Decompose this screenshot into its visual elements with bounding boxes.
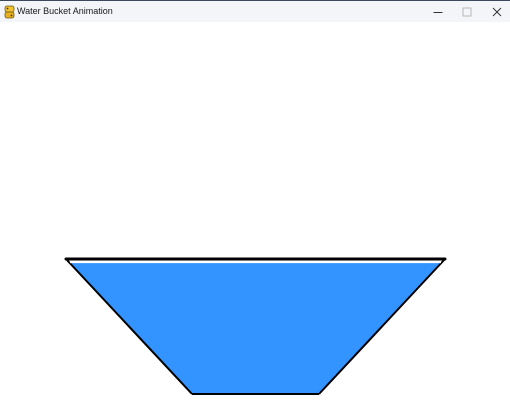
close-icon bbox=[492, 7, 502, 17]
window-title: Water Bucket Animation bbox=[17, 6, 113, 16]
maximize-icon bbox=[462, 7, 472, 17]
minimize-button[interactable] bbox=[423, 2, 453, 22]
water-fill bbox=[69, 262, 441, 394]
python-icon bbox=[4, 5, 15, 19]
close-button[interactable] bbox=[482, 2, 510, 22]
title-bar[interactable]: Water Bucket Animation bbox=[0, 1, 510, 22]
animation-canvas bbox=[0, 22, 510, 406]
bucket-scene bbox=[64, 257, 447, 395]
maximize-button[interactable] bbox=[452, 2, 482, 22]
app-window: Water Bucket Animation bbox=[0, 0, 510, 406]
minimize-icon bbox=[433, 7, 443, 17]
